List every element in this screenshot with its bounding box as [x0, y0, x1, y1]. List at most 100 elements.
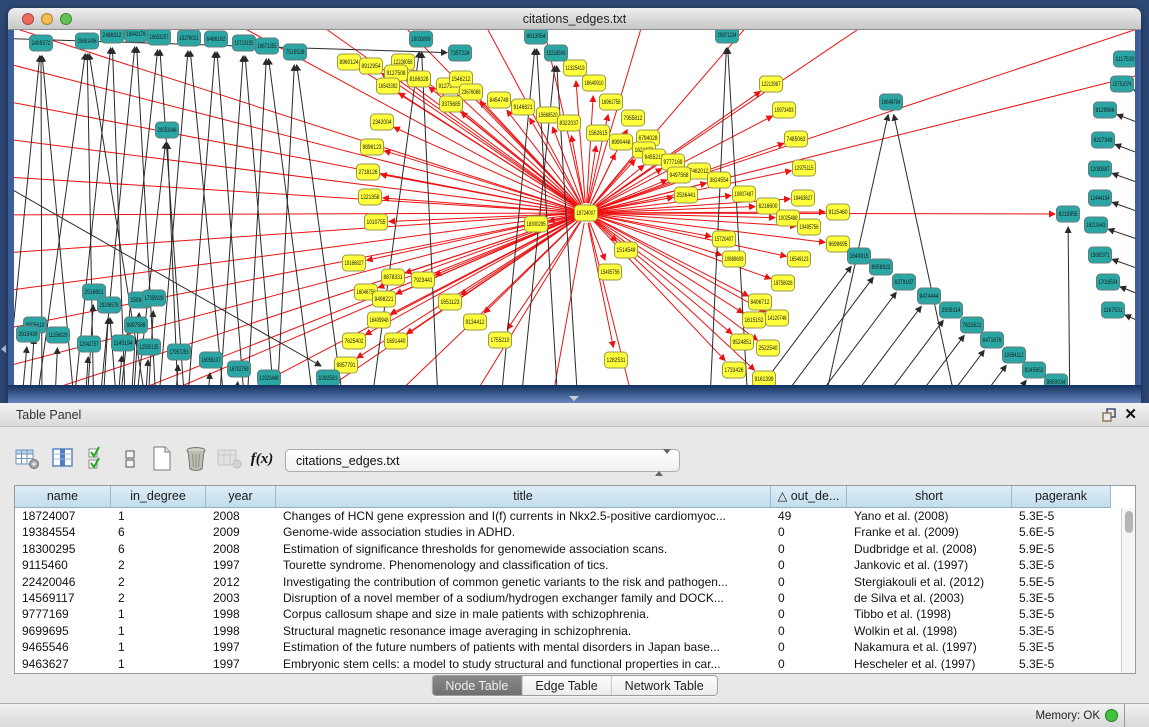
table-cell[interactable]: 2: [111, 590, 206, 606]
table-cell[interactable]: 2008: [206, 541, 276, 557]
table-scrollbar[interactable]: [1121, 508, 1135, 673]
table-cell[interactable]: 9115460: [15, 557, 111, 573]
table-cell[interactable]: Jankovic et al. (1997): [847, 557, 1012, 573]
table-cell[interactable]: 0: [771, 541, 847, 557]
table-cell[interactable]: 2008: [206, 508, 276, 524]
table-row[interactable]: 969969511998Structural magnetic resonanc…: [15, 623, 1135, 639]
table-cell[interactable]: 9465546: [15, 639, 111, 655]
table-cell[interactable]: 14569117: [15, 590, 111, 606]
network-canvas[interactable]: 1872400789601248912954122260589127508165…: [14, 30, 1135, 385]
table-cell[interactable]: 1997: [206, 639, 276, 655]
column-header[interactable]: pagerank: [1012, 486, 1111, 508]
table-cell[interactable]: 1998: [206, 606, 276, 622]
table-cell[interactable]: Franke et al. (2009): [847, 524, 1012, 540]
column-header[interactable]: △ out_de...: [771, 486, 847, 508]
tab-network-table[interactable]: Network Table: [612, 676, 717, 695]
table-cell[interactable]: 1997: [206, 656, 276, 672]
table-cell[interactable]: Changes of HCN gene expression and I(f) …: [276, 508, 771, 524]
table-cell[interactable]: 18724007: [15, 508, 111, 524]
table-cell[interactable]: 5.9E-5: [1012, 541, 1111, 557]
table-cell[interactable]: Tibbo et al. (1998): [847, 606, 1012, 622]
column-header[interactable]: title: [276, 486, 771, 508]
table-cell[interactable]: Tourette syndrome. Phenomenology and cla…: [276, 557, 771, 573]
table-cell[interactable]: Yano et al. (2008): [847, 508, 1012, 524]
table-cell[interactable]: Disruption of a novel member of a sodium…: [276, 590, 771, 606]
table-cell[interactable]: 18300295: [15, 541, 111, 557]
table-cell[interactable]: 6: [111, 524, 206, 540]
table-cell[interactable]: 5.6E-5: [1012, 524, 1111, 540]
table-cell[interactable]: 1: [111, 623, 206, 639]
table-cell[interactable]: Corpus callosum shape and size in male p…: [276, 606, 771, 622]
table-row[interactable]: 1456911722003Disruption of a novel membe…: [15, 590, 1135, 606]
table-cell[interactable]: 5.3E-5: [1012, 557, 1111, 573]
column-header[interactable]: in_degree: [111, 486, 206, 508]
table-cell[interactable]: 1: [111, 639, 206, 655]
table-cell[interactable]: 22420046: [15, 574, 111, 590]
window-titlebar[interactable]: citations_edges.txt: [8, 8, 1141, 30]
tab-edge-table[interactable]: Edge Table: [522, 676, 611, 695]
table-cell[interactable]: 2: [111, 557, 206, 573]
table-cell[interactable]: Wolkin et al. (1998): [847, 623, 1012, 639]
table-cell[interactable]: 5.5E-5: [1012, 574, 1111, 590]
table-cell[interactable]: 9463627: [15, 656, 111, 672]
table-cell[interactable]: 2012: [206, 574, 276, 590]
table-cell[interactable]: 0: [771, 557, 847, 573]
table-cell[interactable]: 19384554: [15, 524, 111, 540]
function-builder-icon[interactable]: f(x): [248, 445, 276, 473]
table-cell[interactable]: Hescheler et al. (1997): [847, 656, 1012, 672]
table-cell[interactable]: Nakamura et al. (1997): [847, 639, 1012, 655]
table-cell[interactable]: 9699695: [15, 623, 111, 639]
table-cell[interactable]: Embryonic stem cells: a model to study s…: [276, 656, 771, 672]
table-selector-dropdown[interactable]: citations_edges.txt: [285, 449, 680, 472]
table-cell[interactable]: 1: [111, 508, 206, 524]
table-cell[interactable]: 5.3E-5: [1012, 639, 1111, 655]
table-row[interactable]: 946554611997Estimation of the future num…: [15, 639, 1135, 655]
scrollbar-thumb[interactable]: [1125, 511, 1133, 533]
table-cell[interactable]: 6: [111, 541, 206, 557]
show-column-icon[interactable]: [50, 445, 78, 473]
collapse-panel-arrow-icon[interactable]: [1, 345, 6, 353]
table-cell[interactable]: 1: [111, 656, 206, 672]
table-row[interactable]: 1938455462009Genome-wide association stu…: [15, 524, 1135, 540]
citation-graph[interactable]: 1872400789601248912954122260589127508165…: [14, 30, 1135, 385]
table-row[interactable]: 977716911998Corpus callosum shape and si…: [15, 606, 1135, 622]
table-cell[interactable]: Genome-wide association studies in ADHD.: [276, 524, 771, 540]
table-row[interactable]: 1872400712008Changes of HCN gene express…: [15, 508, 1135, 524]
table-cell[interactable]: Stergiakouli et al. (2012): [847, 574, 1012, 590]
table-cell[interactable]: 0: [771, 639, 847, 655]
close-panel-icon[interactable]: ✕: [1124, 406, 1137, 424]
table-cell[interactable]: 2009: [206, 524, 276, 540]
table-cell[interactable]: 1: [111, 606, 206, 622]
tab-node-table[interactable]: Node Table: [432, 676, 522, 695]
table-cell[interactable]: 5.3E-5: [1012, 623, 1111, 639]
table-cell[interactable]: 5.3E-5: [1012, 606, 1111, 622]
table-cell[interactable]: 0: [771, 606, 847, 622]
table-cell[interactable]: de Silva et al. (2003): [847, 590, 1012, 606]
table-cell[interactable]: 0: [771, 524, 847, 540]
table-cell[interactable]: Estimation of the future numbers of pati…: [276, 639, 771, 655]
table-cell[interactable]: 1997: [206, 557, 276, 573]
table-cell[interactable]: Estimation of significance thresholds fo…: [276, 541, 771, 557]
network-window[interactable]: citations_edges.txt 18724007896012489129…: [8, 8, 1141, 403]
table-cell[interactable]: 5.3E-5: [1012, 656, 1111, 672]
column-header[interactable]: short: [847, 486, 1012, 508]
table-cell[interactable]: 0: [771, 623, 847, 639]
table-cell[interactable]: Dudbridge et al. (2008): [847, 541, 1012, 557]
table-mode-icon[interactable]: [14, 445, 42, 473]
table-row[interactable]: 2242004622012Investigating the contribut…: [15, 574, 1135, 590]
table-cell[interactable]: 2003: [206, 590, 276, 606]
table-cell[interactable]: Investigating the contribution of common…: [276, 574, 771, 590]
column-header[interactable]: name: [15, 486, 111, 508]
node-table[interactable]: namein_degreeyeartitle△ out_de...shortpa…: [14, 485, 1136, 674]
table-cell[interactable]: 0: [771, 574, 847, 590]
table-cell[interactable]: 5.3E-5: [1012, 590, 1111, 606]
selection-mode-icon[interactable]: [84, 445, 112, 473]
table-cell[interactable]: 9777169: [15, 606, 111, 622]
table-cell[interactable]: 49: [771, 508, 847, 524]
float-panel-icon[interactable]: [1102, 408, 1116, 422]
column-header[interactable]: year: [206, 486, 276, 508]
table-cell[interactable]: 2: [111, 574, 206, 590]
delete-table-icon[interactable]: [182, 445, 210, 473]
splitter-handle[interactable]: [569, 396, 579, 401]
new-table-icon[interactable]: [148, 445, 176, 473]
